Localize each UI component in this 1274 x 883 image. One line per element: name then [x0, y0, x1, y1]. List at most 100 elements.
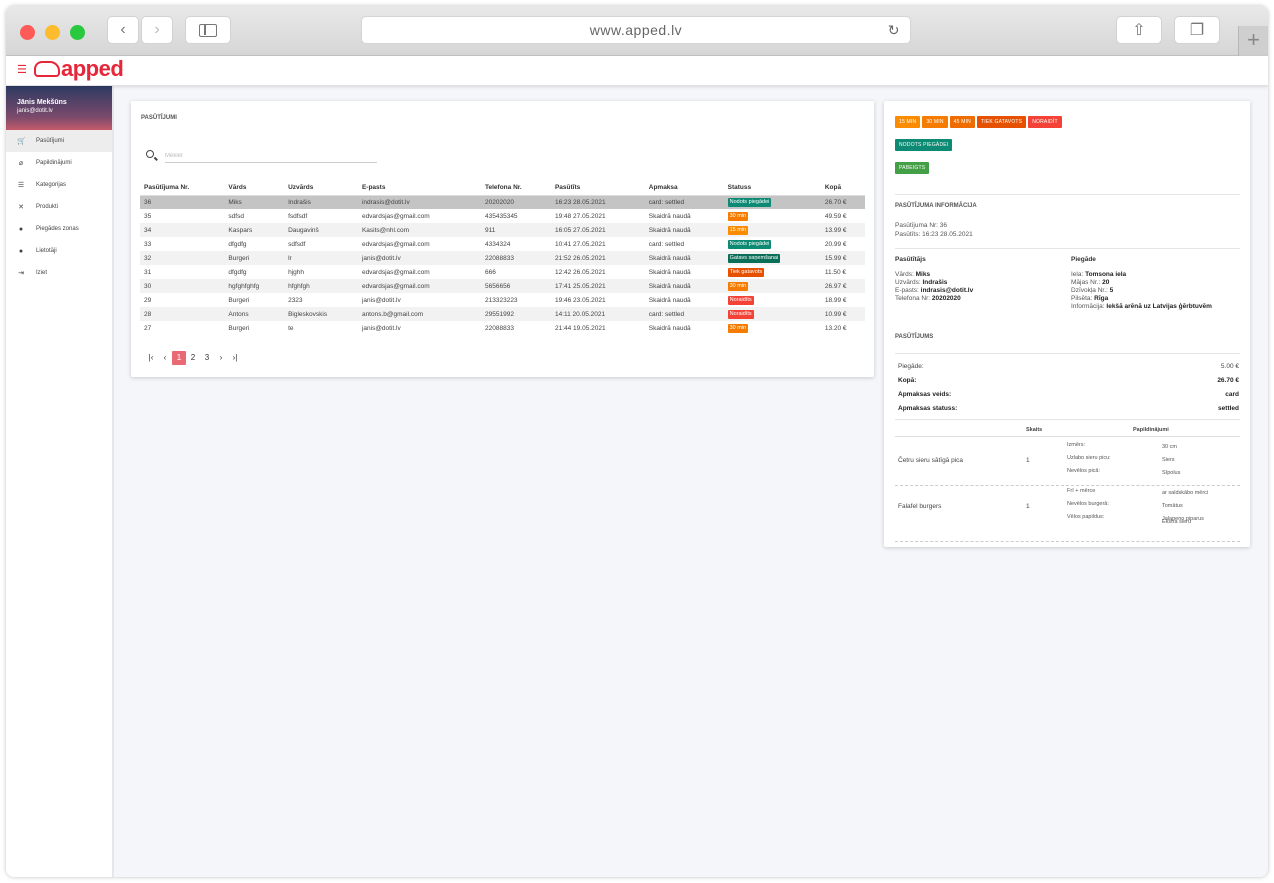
page-button[interactable]: 1	[172, 351, 186, 365]
sidebar-item-pas-t-jumi[interactable]: 🛒 Pasūtījumi	[6, 130, 112, 152]
table-cell-surname: hfghfgh	[284, 279, 358, 293]
delivered-status-button[interactable]: Nodots piegādei	[895, 139, 953, 151]
sidebar-item-lietot-ji[interactable]: ● Lietotāji	[6, 240, 112, 262]
table-cell-nr: 35	[144, 212, 152, 220]
divider	[895, 248, 1240, 249]
table-cell-total: 26.97 €	[820, 279, 865, 293]
customer-title: Pasūtītājs	[895, 256, 926, 263]
forward-button[interactable]: ›	[141, 16, 173, 44]
status-button[interactable]: 45 min	[949, 116, 975, 128]
column-header[interactable]: Pasūtījuma Nr.	[140, 181, 225, 196]
column-header[interactable]: Uzvārds	[284, 181, 358, 196]
chevron-left-icon: ‹	[120, 21, 126, 38]
app-header: ☰ apped	[6, 56, 1268, 86]
table-cell-surname: Daugavinš	[284, 223, 358, 237]
table-cell-email: janis@dotit.lv	[361, 296, 401, 304]
column-header[interactable]: Pasūtīts	[550, 181, 645, 196]
sidebar-item-kategorijas[interactable]: ☰ Kategorijas	[6, 174, 112, 196]
table-cell-surname: Indrašis	[284, 195, 358, 209]
table-row[interactable]: 31 dfgdfg hjghh edvardsjas@gmail.com 666 12:4…	[140, 265, 865, 279]
close-window-button[interactable]	[20, 25, 35, 40]
car-icon	[34, 61, 60, 77]
table-cell-ordered: 17:41 25.05.2021	[550, 279, 645, 293]
page-button[interactable]: 3	[200, 351, 214, 365]
summary-label: Apmaksas statuss:	[898, 405, 958, 412]
column-header[interactable]: Telefona Nr.	[481, 181, 551, 196]
column-header[interactable]: Statuss	[723, 181, 821, 196]
last-page-button[interactable]: ›|	[228, 351, 242, 365]
address-bar[interactable]: www.apped.lv ↻	[361, 16, 911, 44]
column-header[interactable]: Apmaksa	[644, 181, 724, 196]
menu-icon[interactable]: ☰	[17, 63, 27, 76]
table-cell-nr: 34	[140, 223, 225, 237]
table-row[interactable]: 29 Burgeri 2323 janis@dotit.lv 213323223 19:4…	[140, 293, 865, 307]
table-row[interactable]: 35 sdfsd fsdfsdf edvardsjas@gmail.com 435435…	[140, 209, 865, 223]
table-cell-status: 15 min	[723, 223, 821, 237]
finished-status-button[interactable]: Pabeigts	[895, 162, 930, 174]
first-page-button[interactable]: |‹	[144, 351, 158, 365]
table-cell-phone: 4334324	[485, 240, 511, 248]
table-row[interactable]: 34 Kaspars Daugavinš Kasits@nhl.com 911 16:05…	[140, 223, 865, 237]
status-button[interactable]: Tiek gatavots	[976, 116, 1027, 128]
column-header[interactable]: Vārds	[224, 181, 285, 196]
table-row[interactable]: 27 Burgeri te janis@dotit.lv 22088833 21:44 1…	[140, 321, 865, 335]
page-button[interactable]: 2	[186, 351, 200, 365]
table-cell-email: edvardsjas@gmail.com	[361, 268, 430, 276]
column-header[interactable]: E-pasts	[357, 181, 482, 196]
search-input[interactable]	[165, 149, 377, 163]
sidebar-item-papildin-jumi[interactable]: ⌀ Papildinājumi	[6, 152, 112, 174]
maximize-window-button[interactable]	[70, 25, 85, 40]
back-button[interactable]: ‹	[107, 16, 139, 44]
table-cell-surname: 2323	[288, 296, 303, 304]
tabs-icon: ❐	[1189, 22, 1205, 39]
table-cell-ordered: 19:46 23.05.2021	[554, 296, 606, 304]
sidebar-toggle-button[interactable]	[185, 16, 231, 44]
addon-label: Frī + mērce	[1067, 488, 1096, 494]
apped-logo[interactable]: apped	[34, 56, 124, 82]
sidebar-item-iziet[interactable]: ⇥ Iziet	[6, 262, 112, 284]
next-page-button[interactable]: ›	[214, 351, 228, 365]
divider	[895, 194, 1240, 195]
item-name: Falafel burgers	[898, 503, 942, 510]
city-label: Pilsēta:	[1071, 295, 1093, 302]
status-button[interactable]: Noraidīt	[1028, 116, 1062, 128]
last-name-value: Indrašis	[922, 279, 948, 286]
table-cell-payment: card: settled	[644, 195, 724, 209]
table-row[interactable]: 33 dfgdfg sdfsdf edvardsjas@gmail.com 433432…	[140, 237, 865, 251]
table-cell-email: janis@dotit.lv	[357, 251, 482, 265]
sidebar-item-pieg-des-zonas[interactable]: ● Piegādes zonas	[6, 218, 112, 240]
table-row[interactable]: 28 Antons Bigleskovskis antons.b@gmail.com 2…	[140, 307, 865, 321]
status-button[interactable]: 15 min	[895, 116, 921, 128]
sidebar-item-produkti[interactable]: ✕ Produkti	[6, 196, 112, 218]
minimize-window-button[interactable]	[45, 25, 60, 40]
table-cell-surname: sdfsdf	[288, 240, 306, 248]
status-button-group: 15 min 30 min 45 min Tiek gatavots Noraidīt	[895, 116, 1062, 128]
table-row[interactable]: 32 Burgeri lr janis@dotit.lv 22088833 21:52 2…	[140, 251, 865, 265]
status-button[interactable]: 30 min	[922, 116, 948, 128]
table-cell-payment: Skaidrā naudā	[644, 279, 724, 293]
table-header-row: Pasūtījuma Nr. Vārds Uzvārds E-pasts Telefon…	[140, 181, 865, 196]
table-row[interactable]: 30 hgfghfghfg hfghfgh edvardsjas@gmail.com 5…	[140, 279, 865, 293]
table-cell-total: 26.70 €	[820, 195, 865, 209]
prev-page-button[interactable]: ‹	[158, 351, 172, 365]
table-cell-status: Nodots piegādei	[724, 237, 821, 251]
new-tab-button[interactable]: +	[1238, 26, 1268, 56]
table-cell-payment: Skaidrā naudā	[648, 268, 691, 276]
table-cell-phone: 911	[481, 223, 551, 237]
table-cell-nr: 33	[144, 240, 152, 248]
tabs-button[interactable]: ❐	[1174, 16, 1220, 44]
share-button[interactable]: ⇧	[1116, 16, 1162, 44]
reload-icon[interactable]: ↻	[888, 17, 900, 44]
table-cell-email: edvardsjas@gmail.com	[357, 279, 482, 293]
summary-row: Kopā: 26.70 €	[898, 377, 1239, 384]
table-cell-payment: card: settled	[644, 307, 724, 321]
table-cell-name: dfgdfg	[228, 268, 247, 276]
city-value: Rīga	[1094, 295, 1109, 302]
phone-label: Telefona Nr:	[895, 295, 931, 302]
table-cell-status: Tiek gatavots	[724, 265, 821, 279]
customer-last-name: Uzvārds: Indrašis	[895, 279, 947, 287]
column-header[interactable]: Kopā	[820, 181, 865, 196]
table-row[interactable]: 36 Miks Indrašis indrasis@dotit.lv 20202020 1…	[140, 195, 865, 209]
table-cell-email: indrasis@dotit.lv	[357, 195, 482, 209]
sidebar-item-label: Iziet	[36, 270, 48, 276]
